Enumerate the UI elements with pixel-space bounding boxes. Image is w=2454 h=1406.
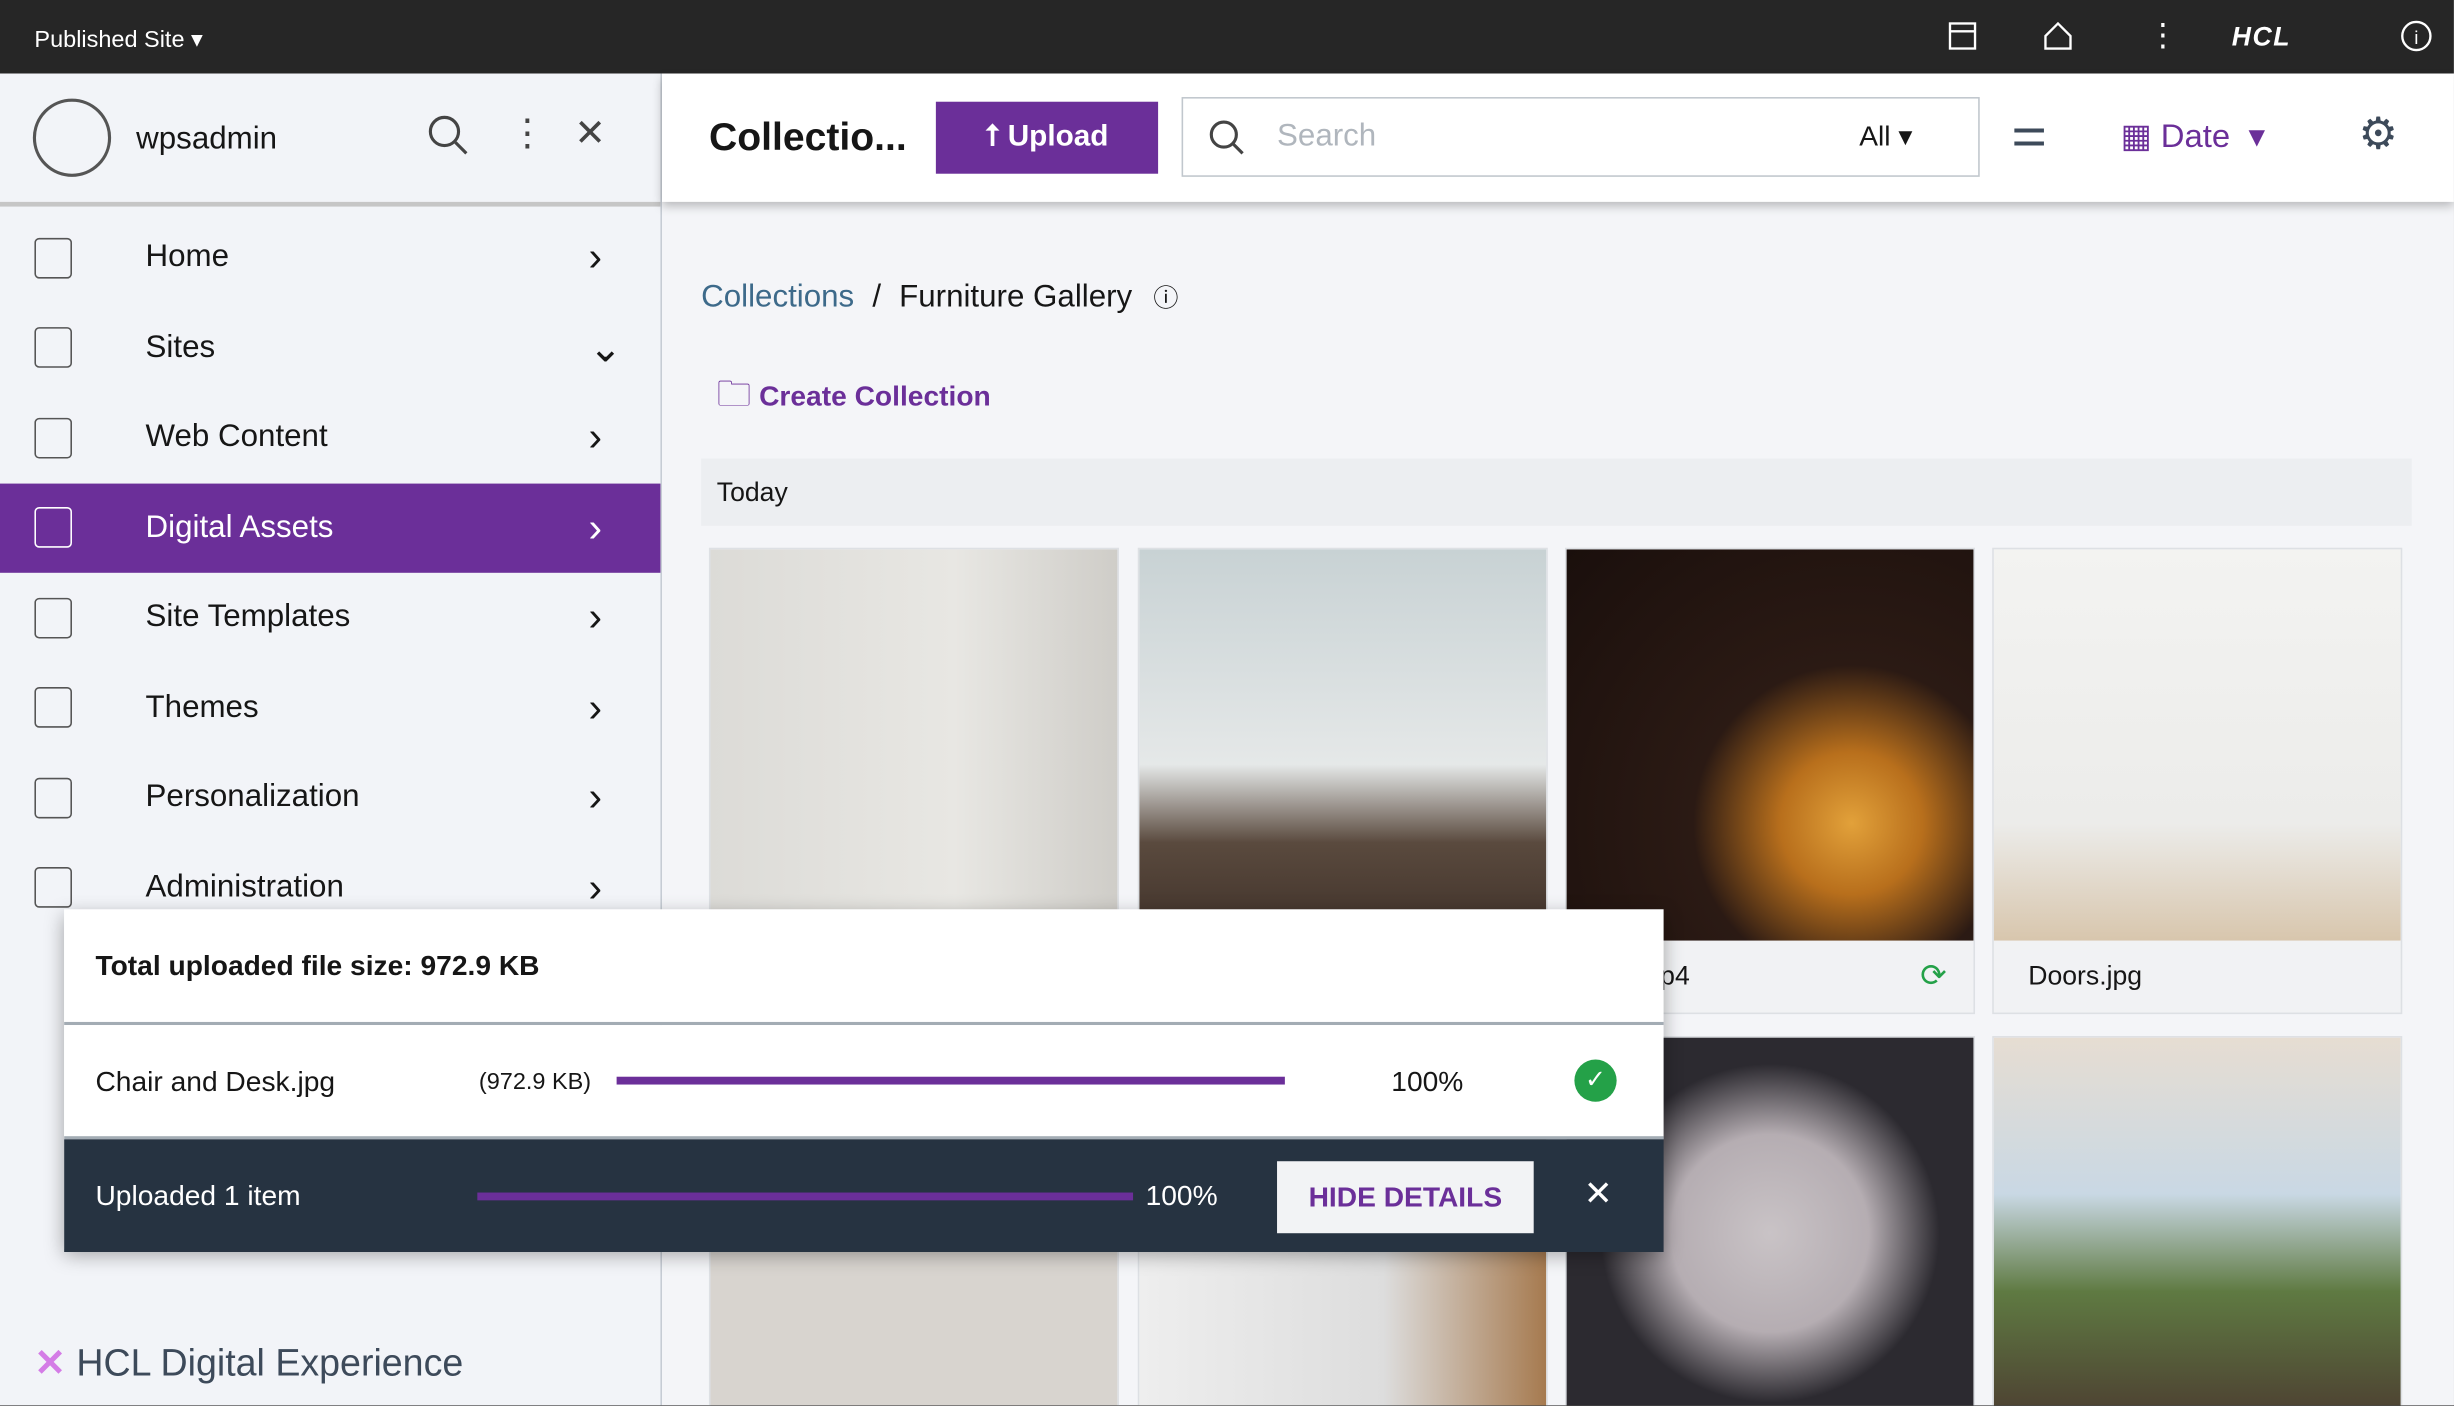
chevron-icon: ›: [588, 413, 603, 461]
sidebar-item-label: Themes: [145, 689, 259, 725]
sidebar-item-personalization[interactable]: Personalization ›: [0, 753, 660, 843]
info-icon[interactable]: ⓘ: [1153, 286, 1178, 313]
filter-label: All: [1859, 120, 1891, 152]
page-icon[interactable]: [1945, 19, 1979, 53]
top-bar: Published Site ▾ ⋮ HCL i: [0, 0, 2454, 74]
sites-icon: [34, 327, 72, 369]
asset-caption: Doors.jpg: [2028, 960, 2143, 991]
create-collection-label: Create Collection: [759, 380, 991, 412]
search-input[interactable]: [1273, 117, 1813, 157]
chevron-icon: ›: [588, 233, 603, 281]
upload-file-row: Chair and Desk.jpg (972.9 KB) 100% ✓: [64, 1025, 1664, 1140]
more-icon[interactable]: ⋮: [2147, 16, 2181, 53]
search-icon: [1209, 120, 1244, 155]
template-icon: [34, 597, 72, 639]
hcl-dx-logo: ✕ HCL Digital Experience: [34, 1342, 464, 1386]
folder-add-icon: 🗀: [716, 374, 752, 414]
breadcrumb-collections[interactable]: Collections: [701, 280, 854, 314]
svg-text:i: i: [2414, 27, 2418, 48]
page-title: Collectio...: [708, 115, 907, 160]
file-name: Chair and Desk.jpg: [95, 1065, 336, 1098]
user-header: wpsadmin ⋮ ✕: [0, 74, 661, 207]
sidebar-item-label: Sites: [145, 329, 216, 365]
footer-brand: HCL Digital Experience: [76, 1342, 464, 1386]
chevron-icon: ›: [588, 683, 603, 731]
chevron-icon: ›: [588, 863, 603, 911]
overall-progress-bar: [477, 1192, 1134, 1201]
sidebar-item-web-content[interactable]: Web Content ›: [0, 393, 660, 483]
filter-sliders-icon[interactable]: ⚌: [2011, 108, 2047, 157]
info-icon[interactable]: i: [2399, 19, 2433, 53]
chevron-icon: ⌄: [588, 323, 623, 371]
total-size-label: Total uploaded file size: 972.9 KB: [95, 949, 540, 982]
asset-thumbnail: [1993, 549, 2401, 941]
create-collection-button[interactable]: 🗀 Create Collection: [717, 368, 991, 427]
home-icon[interactable]: [2041, 19, 2075, 53]
file-progress-percent: 100%: [1391, 1065, 1464, 1098]
asset-thumbnail: [710, 549, 1118, 941]
sync-icon: ⟳: [1920, 959, 1947, 994]
breadcrumb: Collections / Furniture Gallery ⓘ: [701, 277, 1178, 316]
group-header-today: Today: [701, 458, 2412, 526]
asset-thumbnail: [1139, 549, 1547, 941]
chevron-icon: ›: [588, 593, 603, 641]
asset-card[interactable]: [1992, 1036, 2403, 1406]
chevron-icon: ›: [588, 503, 603, 551]
success-check-icon: ✓: [1574, 1059, 1617, 1102]
upload-progress-panel: Total uploaded file size: 972.9 KB Chair…: [64, 909, 1664, 1252]
sidebar-item-sites[interactable]: Sites ⌄: [0, 303, 660, 393]
upload-label: Upload: [1007, 120, 1109, 154]
upload-summary: Uploaded 1 item: [95, 1180, 301, 1212]
clipboard-icon: [34, 867, 72, 909]
hcl-logo: HCL: [2231, 21, 2292, 52]
avatar[interactable]: [32, 98, 112, 177]
search-box: All ▾: [1181, 97, 1980, 177]
sidebar-item-label: Administration: [145, 869, 344, 905]
chevron-icon: ›: [588, 773, 603, 821]
more-icon[interactable]: ⋮: [509, 111, 547, 156]
sidebar-item-label: Web Content: [145, 419, 328, 455]
close-icon[interactable]: ✕: [574, 111, 605, 156]
sort-dropdown[interactable]: ▦ Date ▾: [2121, 117, 2265, 156]
file-progress-bar: [616, 1076, 1285, 1085]
sort-label: Date: [2160, 118, 2231, 155]
site-selector[interactable]: Published Site ▾: [34, 25, 202, 54]
sidebar-item-label: Home: [145, 239, 230, 275]
sidebar-item-site-templates[interactable]: Site Templates ›: [0, 573, 660, 663]
username: wpsadmin: [136, 122, 278, 157]
breadcrumb-separator: /: [872, 280, 882, 315]
filter-dropdown[interactable]: All ▾: [1859, 121, 1912, 154]
document-icon: [34, 417, 72, 459]
search-icon[interactable]: [426, 113, 470, 157]
image-icon: [34, 507, 72, 549]
close-icon[interactable]: ✕: [1584, 1174, 1613, 1215]
asset-thumbnail: [1993, 1037, 2401, 1406]
hide-details-button[interactable]: HIDE DETAILS: [1277, 1161, 1534, 1234]
upload-summary-bar: Uploaded 1 item 100% HIDE DETAILS ✕: [64, 1139, 1664, 1252]
file-size: (972.9 KB): [478, 1068, 592, 1096]
upload-button[interactable]: ⭡ Upload: [935, 101, 1159, 174]
toolbar: Collectio... ⭡ Upload All ▾ ⚌ ▦ Date ▾ ⚙: [661, 73, 2454, 202]
sidebar-item-digital-assets[interactable]: Digital Assets ›: [0, 482, 661, 573]
paint-icon: [34, 687, 72, 729]
breadcrumb-current: Furniture Gallery: [899, 280, 1133, 315]
site-selector-label: Published Site: [34, 26, 185, 54]
user-icon: [34, 777, 72, 819]
overall-progress-percent: 100%: [1145, 1180, 1218, 1212]
sidebar-item-label: Digital Assets: [145, 509, 334, 545]
sidebar-item-label: Site Templates: [145, 599, 351, 635]
asset-thumbnail: [1566, 549, 1974, 941]
home-icon: [34, 237, 72, 279]
sidebar-item-home[interactable]: Home ›: [0, 213, 660, 303]
sidebar-item-label: Personalization: [145, 779, 360, 815]
gear-icon[interactable]: ⚙: [2358, 108, 2397, 160]
sidebar-item-themes[interactable]: Themes ›: [0, 663, 660, 753]
asset-card[interactable]: Doors.jpg: [1992, 547, 2403, 1015]
